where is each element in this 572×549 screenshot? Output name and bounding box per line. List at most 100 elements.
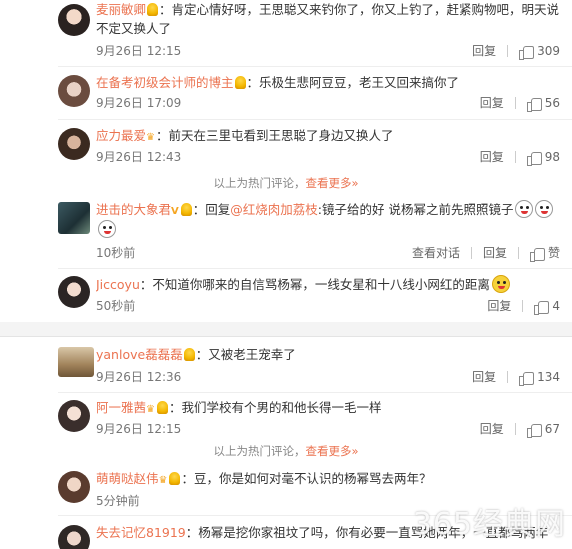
commenter-name[interactable]: 麦丽敏卿 bbox=[96, 2, 146, 17]
reply-button[interactable]: 回复 bbox=[472, 369, 496, 385]
vip-badge-icon bbox=[147, 3, 159, 16]
avatar[interactable] bbox=[58, 4, 90, 36]
divider bbox=[58, 66, 572, 67]
divider bbox=[58, 268, 572, 269]
commenter-name[interactable]: 阿一雅茜 bbox=[96, 400, 146, 415]
hot-notice-text: 以上为热门评论， bbox=[213, 176, 306, 190]
like-button[interactable]: 134 bbox=[519, 369, 560, 386]
like-button[interactable]: 98 bbox=[526, 149, 560, 166]
hot-notice-text: 以上为热门评论， bbox=[213, 444, 306, 458]
avatar[interactable] bbox=[58, 75, 90, 107]
like-button[interactable]: 4 bbox=[534, 298, 560, 315]
vip-badge-icon bbox=[183, 348, 195, 361]
avatar[interactable] bbox=[58, 276, 90, 308]
vip-badge-icon bbox=[180, 203, 192, 216]
commenter-name[interactable]: 失去记忆81919 bbox=[96, 525, 186, 540]
comment-time: 9月26日 12:36 bbox=[96, 370, 182, 384]
vip-crown-icon: ♛ bbox=[146, 404, 155, 415]
vip-badge-icon bbox=[169, 472, 181, 485]
comment-time: 50秒前 bbox=[96, 299, 136, 313]
divider bbox=[517, 247, 519, 259]
panel-gap bbox=[0, 322, 572, 336]
reply-button[interactable]: 回复 bbox=[480, 95, 504, 111]
vip-crown-icon: ♛ bbox=[158, 475, 168, 486]
thumbs-up-icon bbox=[526, 151, 542, 166]
like-count: 4 bbox=[552, 299, 560, 313]
emoji-icon bbox=[98, 220, 116, 238]
comment-actions: 回复 56 bbox=[480, 95, 560, 112]
comment-time: 9月26日 12:15 bbox=[96, 44, 182, 58]
commenter-name[interactable]: Jiccoyu bbox=[96, 277, 140, 292]
comment-actions: 回复 309 bbox=[472, 43, 560, 60]
commenter-name[interactable]: 进击的大象君 bbox=[96, 202, 171, 217]
comment-emoji-line bbox=[96, 220, 562, 242]
comment-actions: 回复 134 bbox=[472, 369, 560, 386]
mention-link[interactable]: @红烧肉加荔枝 bbox=[230, 202, 318, 217]
like-button[interactable]: 67 bbox=[526, 421, 560, 438]
comment-actions: 回复 98 bbox=[480, 149, 560, 166]
comment-text-line: 应力最爱♛：前天在三里屯看到王思聪了身边又换人了 bbox=[96, 126, 562, 147]
comment-text: ：肯定心情好呀，王思聪又来钓你了，你又上钓了，赶紧购物吧，明天说不定又换人了 bbox=[96, 2, 560, 36]
like-button[interactable]: 56 bbox=[526, 95, 560, 112]
avatar[interactable] bbox=[58, 471, 90, 503]
comment-actions: 回复 67 bbox=[480, 421, 560, 438]
avatar[interactable] bbox=[58, 128, 90, 160]
like-count: 134 bbox=[537, 370, 560, 384]
comment-text-line: 在备考初级会计师的博主 ：乐极生悲阿豆豆，老王又回来搞你了 bbox=[96, 73, 562, 92]
divider bbox=[507, 45, 509, 57]
reply-button[interactable]: 回复 bbox=[483, 245, 507, 261]
comment-text-line: 阿一雅茜♛ ：我们学校有个男的和他长得一毛一样 bbox=[96, 398, 562, 419]
comment-text-line: 萌萌哒赵伟♛ ：豆，你是如何对毫不认识的杨幂骂去两年？ bbox=[96, 469, 562, 490]
view-more-link[interactable]: 查看更多» bbox=[305, 176, 358, 190]
like-count: 309 bbox=[537, 44, 560, 58]
vip-v-icon: V bbox=[171, 206, 179, 217]
like-count: 67 bbox=[544, 422, 560, 436]
like-count: 98 bbox=[544, 150, 560, 164]
vip-badge-icon bbox=[156, 401, 168, 414]
comment-text-line: 麦丽敏卿 ：肯定心情好呀，王思聪又来钓你了，你又上钓了，赶紧购物吧，明天说不定又换… bbox=[96, 0, 562, 38]
hot-comments-notice: 以上为热门评论，查看更多» bbox=[0, 443, 572, 459]
divider bbox=[514, 97, 516, 109]
divider bbox=[522, 300, 524, 312]
reply-button[interactable]: 回复 bbox=[472, 43, 496, 59]
thumbs-up-icon bbox=[519, 45, 535, 60]
comments-panel-bottom: yanlove磊磊磊 ：又被老王宠幸了 9月26日 12:36 回复 134 阿一… bbox=[0, 336, 572, 549]
comment-text-line: yanlove磊磊磊 ：又被老王宠幸了 bbox=[96, 345, 562, 364]
comment-text: ：又被老王宠幸了 bbox=[195, 347, 296, 362]
comment-time: 10秒前 bbox=[96, 246, 136, 260]
avatar[interactable] bbox=[58, 400, 90, 432]
comment-text: ：前天在三里屯看到王思聪了身边又换人了 bbox=[155, 128, 394, 143]
thumbs-up-icon bbox=[526, 97, 542, 112]
thumbs-up-icon bbox=[529, 247, 545, 262]
commenter-name[interactable]: 萌萌哒赵伟 bbox=[96, 471, 159, 486]
like-button[interactable]: 赞 bbox=[529, 245, 560, 262]
like-count: 56 bbox=[544, 96, 560, 110]
comment-text-line: 进击的大象君V ：回复@红烧肉加荔枝:镜子给的好 说杨幂之前先照照镜子 bbox=[96, 200, 562, 221]
like-button[interactable]: 309 bbox=[519, 43, 560, 60]
comment-actions: 回复 4 bbox=[487, 298, 560, 315]
comment-time: 9月26日 12:43 bbox=[96, 150, 182, 164]
thumbs-up-icon bbox=[526, 423, 542, 438]
avatar[interactable] bbox=[58, 202, 90, 234]
reply-button[interactable]: 回复 bbox=[480, 149, 504, 165]
watermark: 365经典网 bbox=[412, 507, 566, 542]
commenter-name[interactable]: 应力最爱 bbox=[96, 128, 146, 143]
emoji-icon bbox=[515, 200, 534, 218]
view-conversation-button[interactable]: 查看对话 bbox=[412, 245, 460, 261]
view-more-link[interactable]: 查看更多» bbox=[305, 444, 358, 458]
divider bbox=[507, 371, 509, 383]
reply-prefix: ：回复 bbox=[192, 202, 231, 217]
vip-badge-icon bbox=[234, 76, 246, 89]
avatar[interactable] bbox=[58, 347, 94, 377]
commenter-name[interactable]: 在备考初级会计师的博主 bbox=[96, 75, 234, 90]
reply-button[interactable]: 回复 bbox=[480, 421, 504, 437]
divider bbox=[58, 119, 572, 120]
vip-crown-icon: ♛ bbox=[146, 132, 155, 143]
reply-button[interactable]: 回复 bbox=[487, 298, 511, 314]
divider bbox=[514, 423, 516, 435]
avatar[interactable] bbox=[58, 525, 90, 549]
comment-time: 5分钟前 bbox=[96, 494, 140, 508]
commenter-name[interactable]: yanlove磊磊磊 bbox=[96, 347, 183, 362]
hot-comments-notice: 以上为热门评论，查看更多» bbox=[0, 175, 572, 191]
comment-time: 9月26日 12:15 bbox=[96, 422, 182, 436]
